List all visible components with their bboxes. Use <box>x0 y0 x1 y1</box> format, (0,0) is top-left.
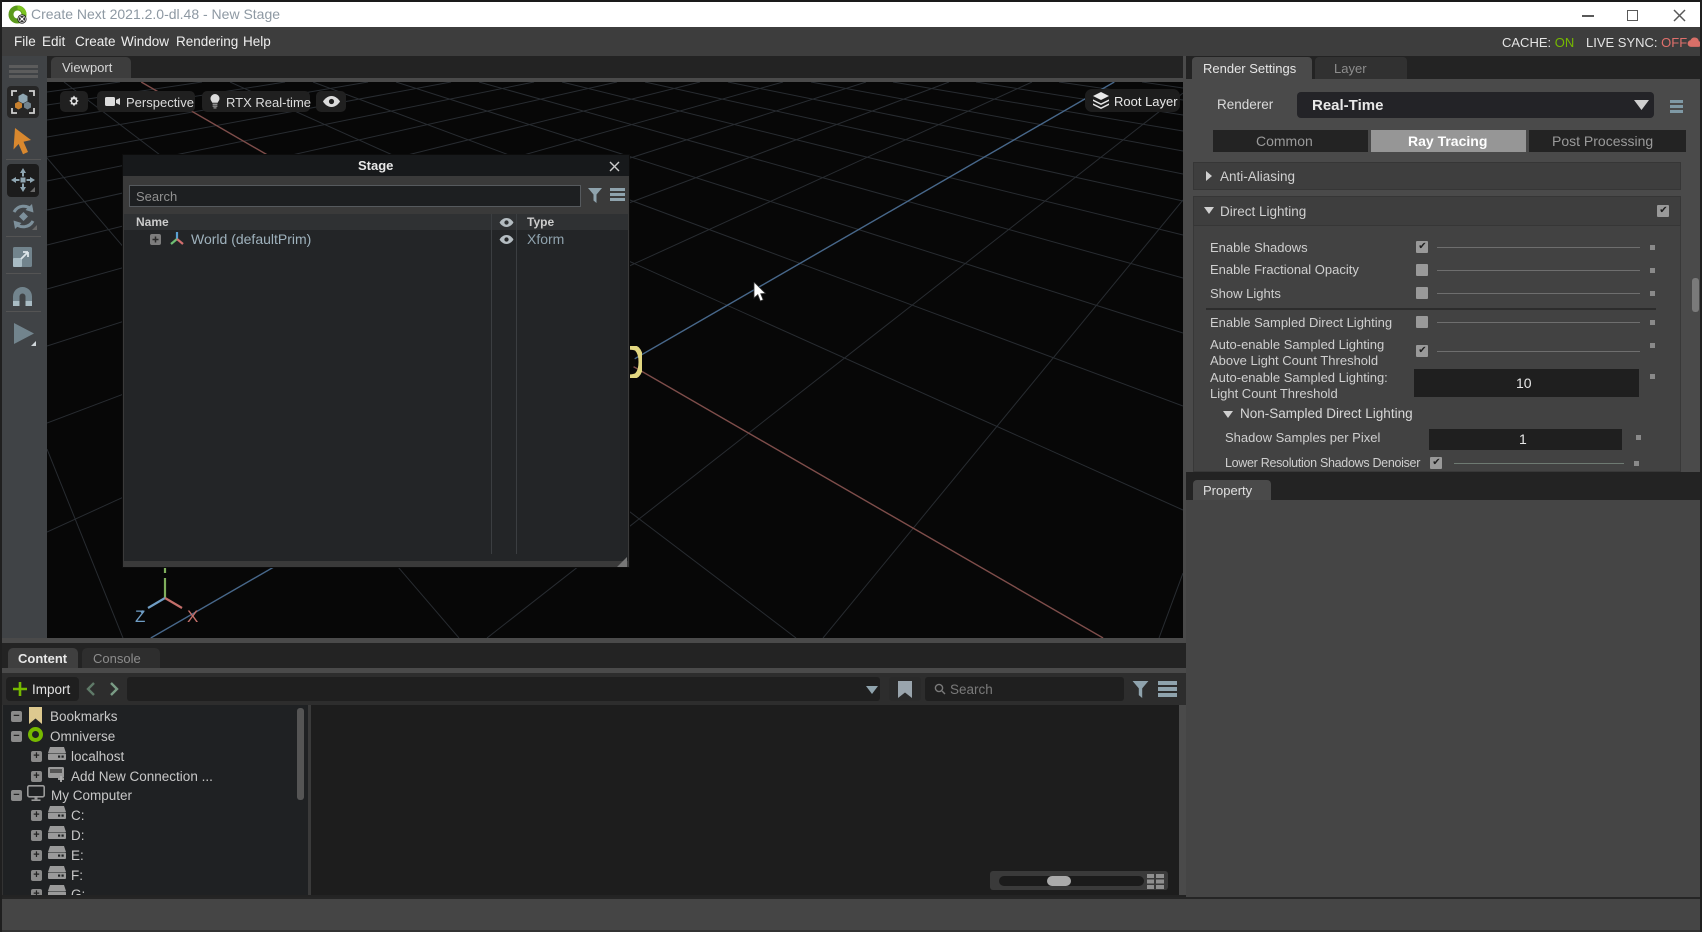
svg-text:X: X <box>187 607 198 626</box>
svg-text:Z: Z <box>135 607 145 626</box>
